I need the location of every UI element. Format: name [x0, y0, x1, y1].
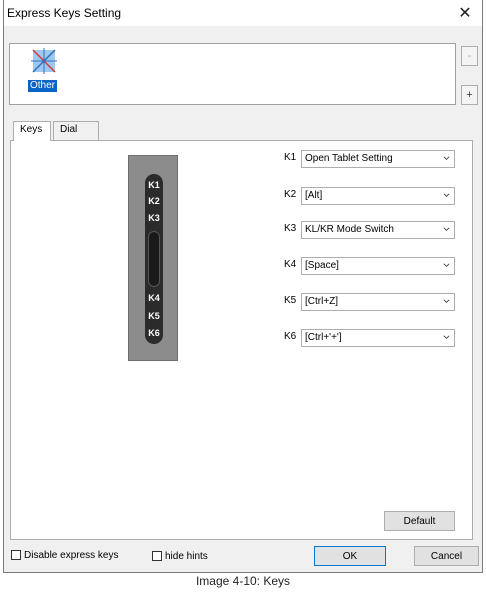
- select-value: [Ctrl+'+']: [305, 332, 342, 343]
- cancel-button[interactable]: Cancel: [414, 546, 479, 566]
- key-label: K4: [284, 259, 297, 270]
- chevron-down-icon: [443, 156, 450, 160]
- chevron-down-icon: [443, 227, 450, 231]
- device-key-k4: K4: [148, 293, 160, 303]
- select-value: [Space]: [305, 260, 339, 271]
- device-key-k5: K5: [148, 311, 160, 321]
- window-title: Express Keys Setting: [7, 6, 122, 20]
- device-key-k1: K1: [148, 180, 160, 190]
- express-key-strip: K1 K2 K3 K4 K5 K6: [145, 174, 163, 344]
- k1-action-select[interactable]: Open Tablet Setting: [301, 150, 455, 168]
- figure-caption: Image 4-10: Keys: [195, 574, 291, 588]
- k4-action-select[interactable]: [Space]: [301, 257, 455, 275]
- chevron-down-icon: [443, 335, 450, 339]
- select-value: [Alt]: [305, 190, 323, 201]
- k6-action-select[interactable]: [Ctrl+'+']: [301, 329, 455, 347]
- checkbox-label: hide hints: [165, 550, 208, 562]
- close-icon[interactable]: ✕: [454, 2, 476, 24]
- chevron-down-icon: [443, 193, 450, 197]
- key-label: K2: [284, 189, 297, 200]
- tab-dial[interactable]: Dial: [53, 121, 99, 140]
- select-value: Open Tablet Setting: [305, 153, 393, 164]
- key-label: K1: [284, 152, 297, 163]
- app-icon: [31, 48, 57, 74]
- device-key-k6: K6: [148, 328, 160, 338]
- checkbox-box[interactable]: [152, 551, 162, 561]
- chevron-down-icon: [443, 299, 450, 303]
- checkbox-label: Disable express keys: [24, 549, 119, 561]
- chevron-down-icon: [443, 263, 450, 267]
- default-button[interactable]: Default: [384, 511, 455, 531]
- select-value: [Ctrl+Z]: [305, 296, 339, 307]
- title-bar: Express Keys Setting ✕: [4, 0, 482, 26]
- key-label: K5: [284, 295, 297, 306]
- tab-keys[interactable]: Keys: [13, 121, 51, 141]
- remove-app-button[interactable]: -: [461, 46, 478, 66]
- select-value: KL/KR Mode Switch: [305, 224, 394, 235]
- add-app-button[interactable]: +: [461, 85, 478, 105]
- key-label: K6: [284, 331, 297, 342]
- key-label: K3: [284, 223, 297, 234]
- touch-strip: [148, 231, 160, 287]
- application-list[interactable]: Other: [9, 43, 456, 105]
- app-item-label: Other: [28, 80, 58, 92]
- k5-action-select[interactable]: [Ctrl+Z]: [301, 293, 455, 311]
- device-key-k3: K3: [148, 213, 160, 223]
- k2-action-select[interactable]: [Alt]: [301, 187, 455, 205]
- checkbox-box[interactable]: [11, 550, 21, 560]
- device-key-k2: K2: [148, 196, 160, 206]
- disable-express-keys-checkbox[interactable]: Disable express keys: [11, 548, 118, 562]
- ok-button[interactable]: OK: [314, 546, 386, 566]
- k3-action-select[interactable]: KL/KR Mode Switch: [301, 221, 455, 239]
- tablet-device-diagram: K1 K2 K3 K4 K5 K6: [128, 155, 178, 361]
- hide-hints-checkbox[interactable]: hide hints: [152, 549, 208, 563]
